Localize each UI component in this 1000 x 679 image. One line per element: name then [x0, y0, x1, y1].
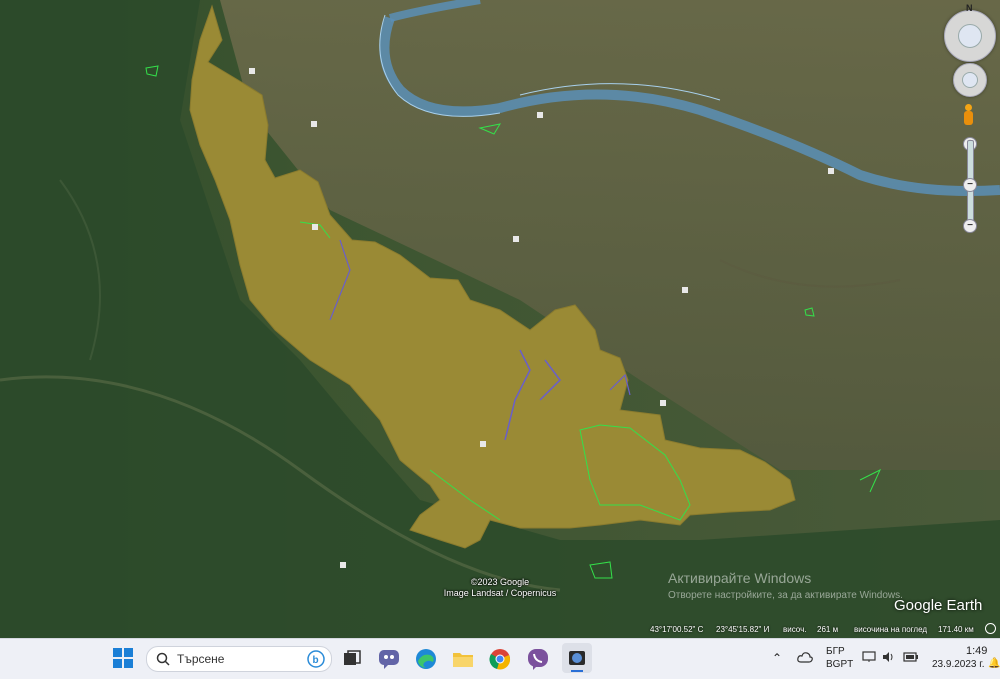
cloud-onedrive-icon[interactable]	[797, 651, 813, 666]
clock-date[interactable]: 23.9.2023 г.	[932, 659, 984, 670]
battery-icon[interactable]	[903, 651, 919, 666]
windows-activation-title: Активирайте Windows	[668, 570, 812, 586]
status-bar: 43°17'00.52" С 23°45'15.82" И височ. 261…	[0, 622, 1000, 638]
eye-altitude-value: 171.40 км	[938, 625, 974, 634]
chrome-browser-icon[interactable]	[488, 647, 512, 671]
notifications-bell-icon[interactable]: 🔔	[988, 658, 1000, 669]
move-control[interactable]	[953, 63, 987, 97]
zoom-slider-thumb[interactable]: −	[963, 178, 977, 192]
elevation-label: височ.	[783, 625, 807, 634]
display-icon[interactable]	[862, 651, 876, 666]
language-indicator-1[interactable]: БГР	[826, 646, 845, 657]
search-label: Търсене	[177, 652, 225, 666]
file-explorer-icon[interactable]	[451, 647, 475, 671]
clock-time[interactable]: 1:49	[966, 645, 987, 657]
look-around-control[interactable]	[944, 10, 996, 62]
teams-chat-icon[interactable]	[377, 647, 401, 671]
google-earth-taskbar-icon[interactable]	[562, 643, 592, 673]
street-view-pegman-icon[interactable]	[963, 104, 973, 128]
compass-north-label[interactable]: N	[966, 3, 973, 13]
zoom-out-button[interactable]: −	[963, 219, 977, 233]
bing-icon[interactable]: b	[307, 650, 325, 668]
search-icon	[156, 652, 170, 666]
volume-icon[interactable]	[882, 651, 896, 666]
task-view-icon[interactable]	[340, 647, 364, 671]
elevation-value: 261 м	[817, 625, 839, 634]
language-indicator-2[interactable]: BGPT	[826, 659, 853, 670]
viber-icon[interactable]	[526, 647, 550, 671]
show-hidden-icons-chevron-icon[interactable]: ⌃	[772, 651, 782, 665]
latitude-readout: 43°17'00.52" С	[650, 625, 704, 634]
copyright-line-2: Image Landsat / Copernicus	[443, 588, 557, 598]
longitude-readout: 23°45'15.82" И	[716, 625, 770, 634]
streaming-indicator-icon	[985, 623, 996, 634]
google-earth-logo: Google Earth	[894, 597, 983, 614]
edge-browser-icon[interactable]	[414, 647, 438, 671]
eye-altitude-label: височина на поглед	[854, 625, 928, 634]
map-view[interactable]: N + − − ©2023 Google Image Landsat / Cop…	[0, 0, 1000, 638]
svg-text:b: b	[313, 655, 319, 666]
taskbar-search[interactable]: Търсене b	[146, 646, 332, 672]
windows-start-button[interactable]	[112, 647, 136, 671]
windows-activation-subtitle: Отворете настройките, за да активирате W…	[668, 590, 903, 601]
copyright-line-1: ©2023 Google	[470, 577, 530, 587]
satellite-imagery	[0, 0, 1000, 638]
